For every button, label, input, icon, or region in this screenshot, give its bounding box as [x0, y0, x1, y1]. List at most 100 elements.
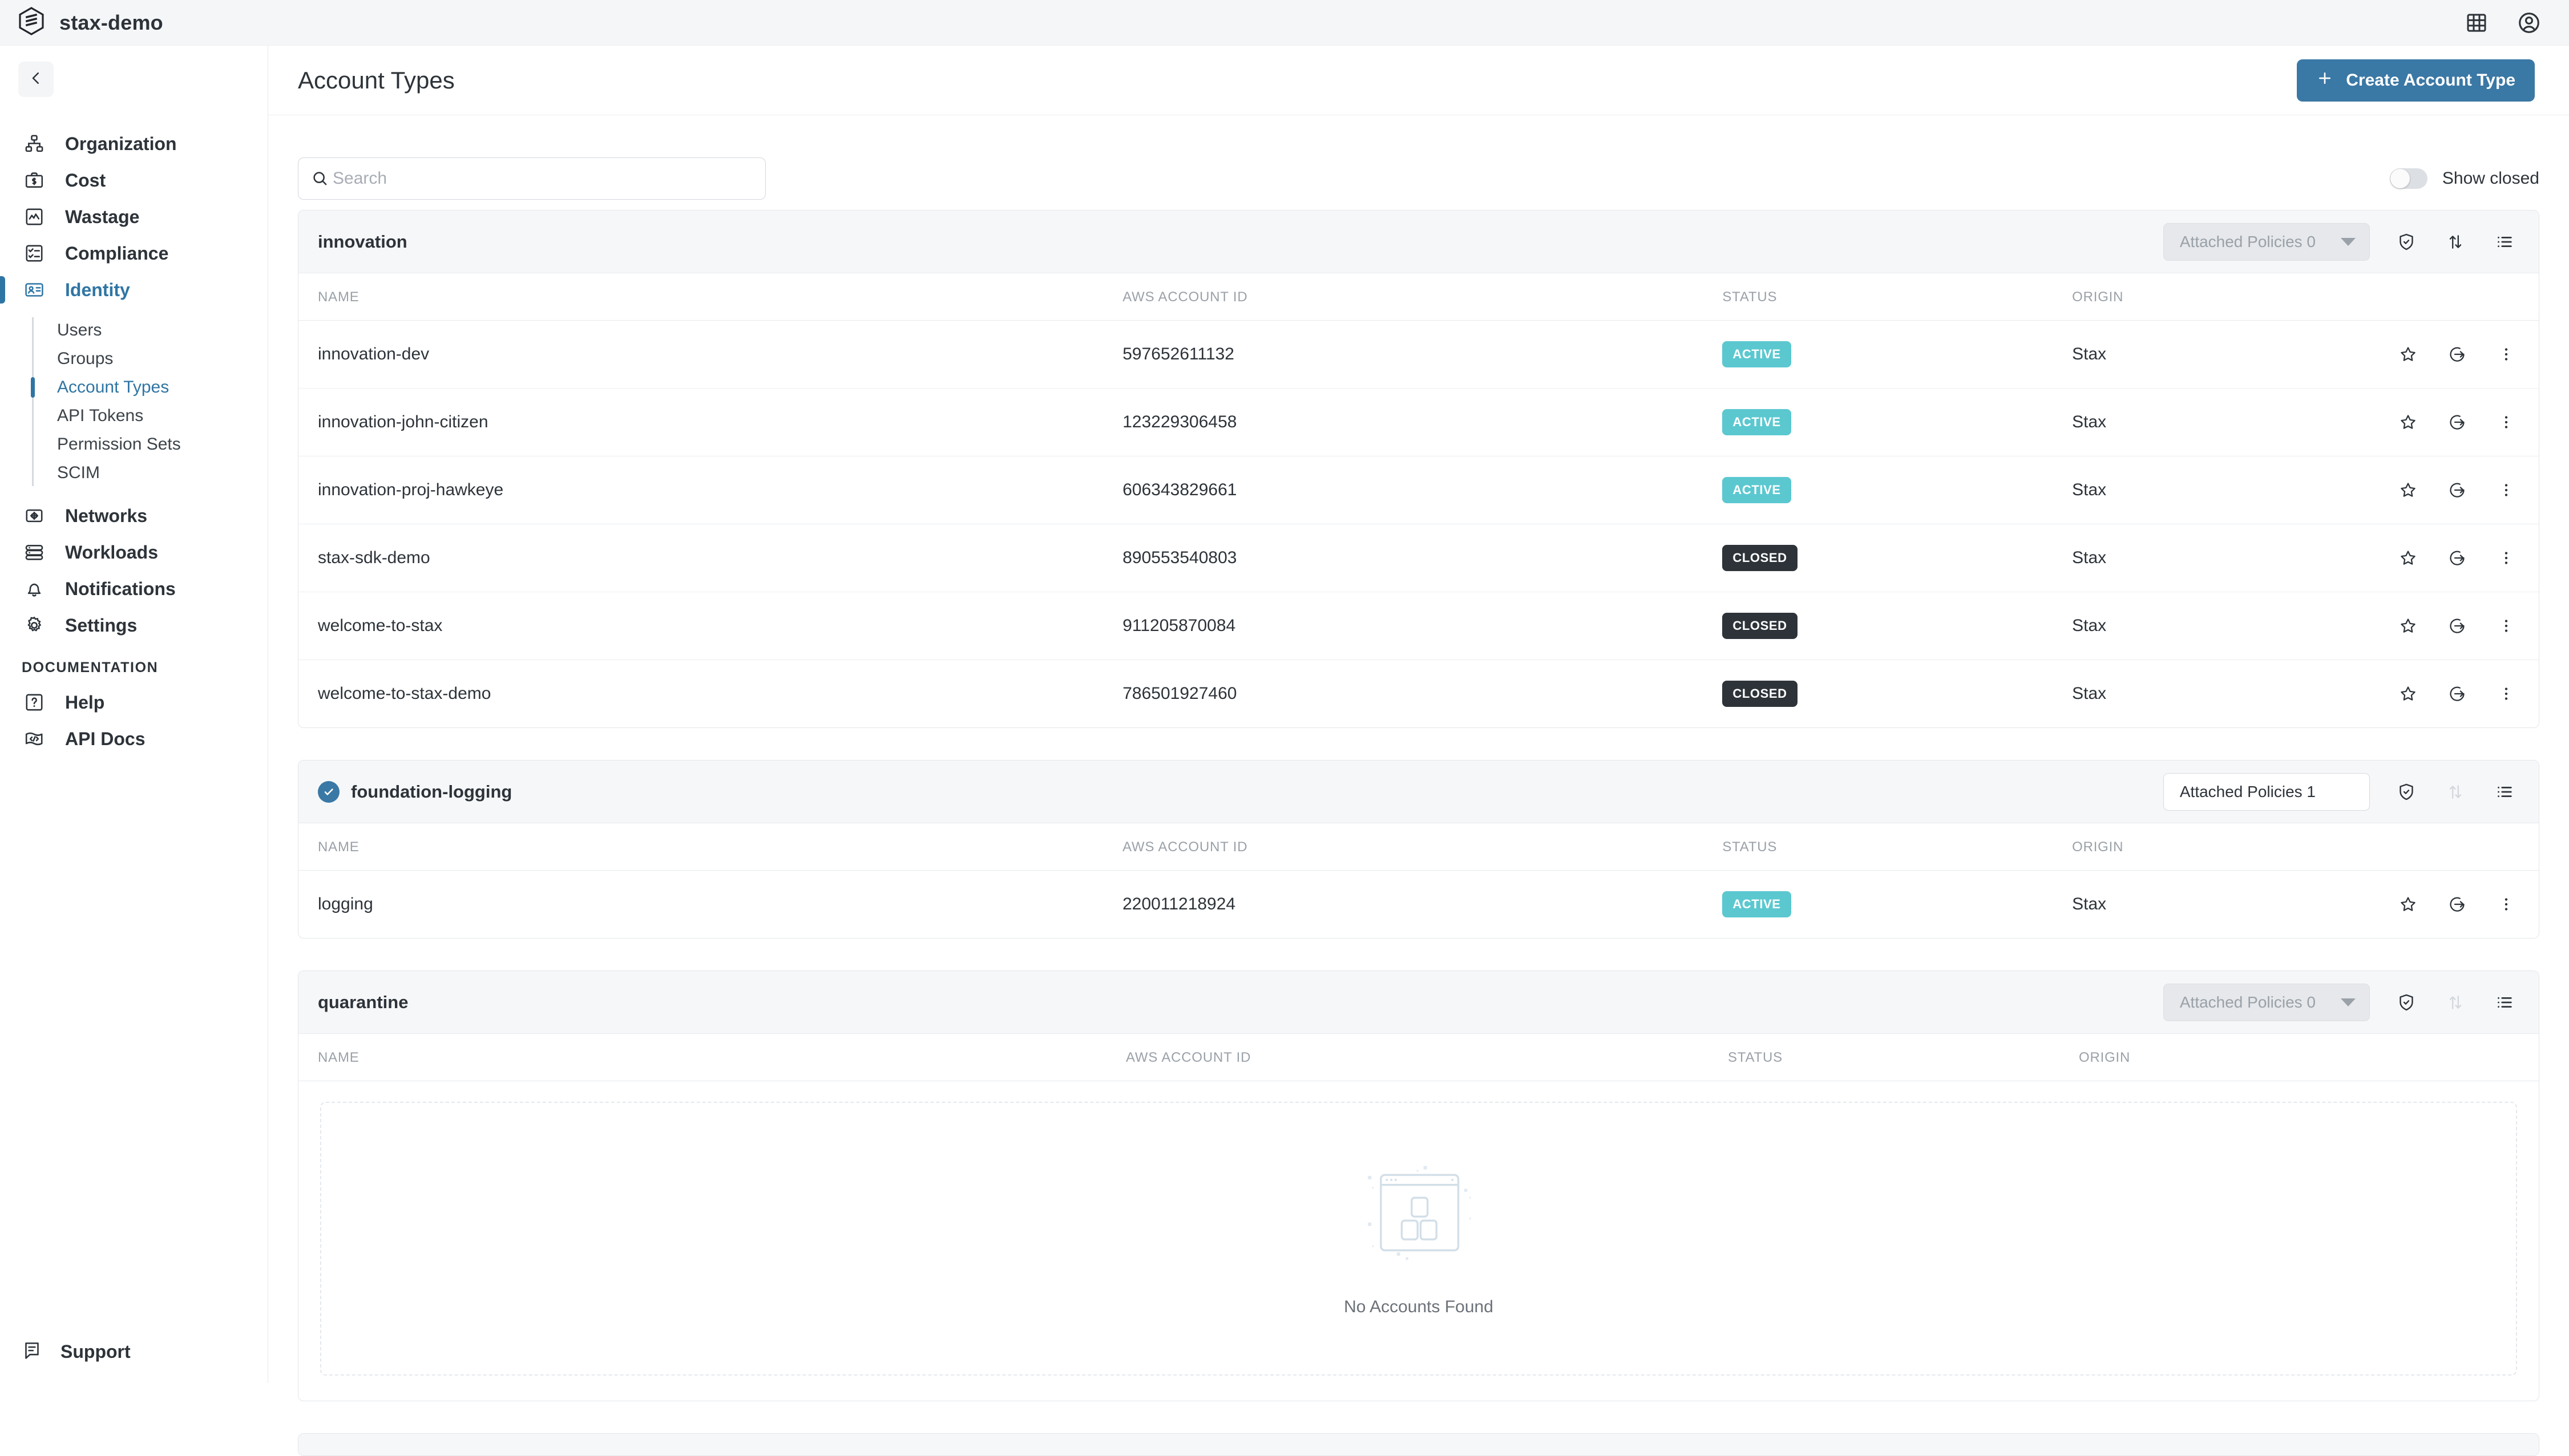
cell-status: ACTIVE: [1722, 871, 2072, 939]
more-vertical-icon[interactable]: [2494, 410, 2518, 434]
table-body: logging 220011218924 ACTIVE Stax: [298, 871, 2539, 939]
shield-check-icon[interactable]: [2394, 779, 2419, 804]
sidebar-item-identity[interactable]: Identity: [0, 272, 268, 308]
sidebar-item-api-docs[interactable]: API Docs: [0, 721, 268, 757]
more-vertical-icon[interactable]: [2494, 546, 2518, 570]
org-chart-icon: [22, 131, 47, 156]
star-icon[interactable]: [2396, 614, 2420, 638]
verified-check-icon: [318, 780, 340, 803]
cell-account-id: 606343829661: [1122, 456, 1723, 524]
attached-policies-select[interactable]: Attached Policies 1: [2163, 773, 2370, 811]
status-badge: ACTIVE: [1722, 891, 1791, 917]
search-input[interactable]: [333, 158, 765, 199]
cell-origin: Stax: [2072, 524, 2396, 592]
shield-check-icon[interactable]: [2394, 990, 2419, 1015]
sidebar-item-cost[interactable]: Cost: [0, 162, 268, 199]
server-stack-icon: [22, 540, 47, 565]
sidebar-subitem-api-tokens[interactable]: API Tokens: [0, 402, 268, 430]
more-vertical-icon[interactable]: [2494, 892, 2518, 916]
cell-status: CLOSED: [1722, 524, 2073, 592]
arrow-into-circle-icon[interactable]: [2445, 478, 2469, 502]
list-view-icon[interactable]: [2492, 229, 2517, 254]
table-row[interactable]: stax-sdk-demo 890553540803 CLOSED Stax: [298, 524, 2539, 592]
more-vertical-icon[interactable]: [2494, 614, 2518, 638]
sidebar-item-settings[interactable]: Settings: [0, 607, 268, 644]
card-title: innovation: [318, 232, 407, 252]
sort-arrows-icon[interactable]: [2443, 229, 2468, 254]
cell-actions: [2396, 388, 2539, 456]
cell-status: CLOSED: [1722, 660, 2072, 728]
show-closed-toggle[interactable]: [2389, 168, 2427, 189]
star-icon[interactable]: [2396, 892, 2420, 916]
star-icon[interactable]: [2396, 342, 2420, 366]
more-vertical-icon[interactable]: [2494, 342, 2518, 366]
attached-policies-select[interactable]: Attached Policies 0: [2163, 983, 2370, 1021]
sidebar-item-workloads[interactable]: Workloads: [0, 534, 268, 571]
cell-actions: [2396, 592, 2539, 660]
col-header-actions: [2396, 273, 2539, 321]
cell-actions: [2396, 320, 2539, 389]
arrow-into-circle-icon[interactable]: [2445, 342, 2469, 366]
arrow-into-circle-icon[interactable]: [2445, 892, 2469, 916]
arrow-into-circle-icon[interactable]: [2445, 410, 2469, 434]
star-icon[interactable]: [2396, 478, 2420, 502]
arrow-into-circle-icon[interactable]: [2445, 546, 2469, 570]
chevron-down-icon: [2341, 237, 2356, 246]
star-icon[interactable]: [2396, 546, 2420, 570]
gear-icon: [22, 613, 47, 638]
create-account-type-button[interactable]: Create Account Type: [2297, 59, 2535, 102]
cell-account-id: 220011218924: [1122, 895, 1236, 913]
table-row[interactable]: logging 220011218924 ACTIVE Stax: [298, 871, 2539, 939]
sort-arrows-icon: [2443, 990, 2468, 1015]
table-head: NAME AWS ACCOUNT ID STATUS ORIGIN: [298, 823, 2539, 871]
more-vertical-icon[interactable]: [2494, 478, 2518, 502]
arrow-into-circle-icon[interactable]: [2445, 682, 2469, 706]
shield-check-icon[interactable]: [2394, 229, 2419, 254]
sidebar-subitem-permission-sets[interactable]: Permission Sets: [0, 430, 268, 459]
code-flag-icon: [22, 726, 47, 751]
sidebar-item-support[interactable]: Support: [0, 1340, 131, 1364]
star-icon[interactable]: [2396, 410, 2420, 434]
sidebar-item-label: Settings: [65, 614, 138, 636]
search-box[interactable]: [298, 157, 766, 200]
show-closed-control[interactable]: Show closed: [2389, 168, 2539, 189]
col-header-actions: [2404, 1034, 2539, 1081]
sidebar-subitem-scim[interactable]: SCIM: [0, 459, 268, 487]
table-row[interactable]: welcome-to-stax 911205870084 CLOSED Stax: [298, 592, 2539, 660]
cell-name: innovation-john-citizen: [298, 388, 1123, 456]
attached-policies-select[interactable]: Attached Policies 0: [2163, 223, 2370, 261]
col-header-actions: [2396, 823, 2539, 871]
sidebar-item-notifications[interactable]: Notifications: [0, 571, 268, 607]
table-row[interactable]: innovation-proj-hawkeye 606343829661 ACT…: [298, 456, 2539, 524]
list-view-icon[interactable]: [2492, 990, 2517, 1015]
card-title-label: quarantine: [318, 992, 409, 1012]
empty-state: No Accounts Found: [320, 1102, 2517, 1376]
sidebar-subitem-users[interactable]: Users: [0, 316, 268, 345]
card-tools: Attached Policies 1: [2163, 773, 2517, 811]
sidebar-item-wastage[interactable]: Wastage: [0, 199, 268, 235]
sidebar-section-documentation: DOCUMENTATION: [22, 660, 159, 676]
cell-origin: Stax: [2072, 320, 2396, 389]
sidebar-item-help[interactable]: Help: [0, 684, 268, 721]
grid-apps-icon[interactable]: [2463, 9, 2490, 37]
sidebar-subitem-groups[interactable]: Groups: [0, 345, 268, 373]
cell-account-id: 123229306458: [1122, 388, 1723, 456]
status-badge: CLOSED: [1722, 545, 1798, 571]
arrow-into-circle-icon[interactable]: [2445, 614, 2469, 638]
more-vertical-icon[interactable]: [2494, 682, 2518, 706]
sidebar-item-networks[interactable]: Networks: [0, 498, 268, 534]
star-icon[interactable]: [2396, 682, 2420, 706]
col-header-account-id: AWS ACCOUNT ID: [1122, 823, 1723, 871]
list-view-icon[interactable]: [2492, 779, 2517, 804]
sidebar-item-compliance[interactable]: Compliance: [0, 235, 268, 272]
table-row[interactable]: innovation-john-citizen 123229306458 ACT…: [298, 388, 2539, 456]
cell-actions: [2396, 871, 2539, 939]
sidebar-item-organization[interactable]: Organization: [0, 126, 268, 162]
sidebar-subitem-account-types[interactable]: Account Types: [0, 373, 268, 402]
table-row[interactable]: innovation-dev 597652611132 ACTIVE Stax: [298, 320, 2539, 389]
sidebar-collapse-button[interactable]: [18, 62, 54, 97]
card-title: quarantine: [318, 992, 408, 1013]
user-circle-icon[interactable]: [2515, 9, 2543, 37]
brand[interactable]: stax-demo: [0, 7, 163, 38]
table-row[interactable]: welcome-to-stax-demo 786501927460 CLOSED…: [298, 660, 2539, 728]
